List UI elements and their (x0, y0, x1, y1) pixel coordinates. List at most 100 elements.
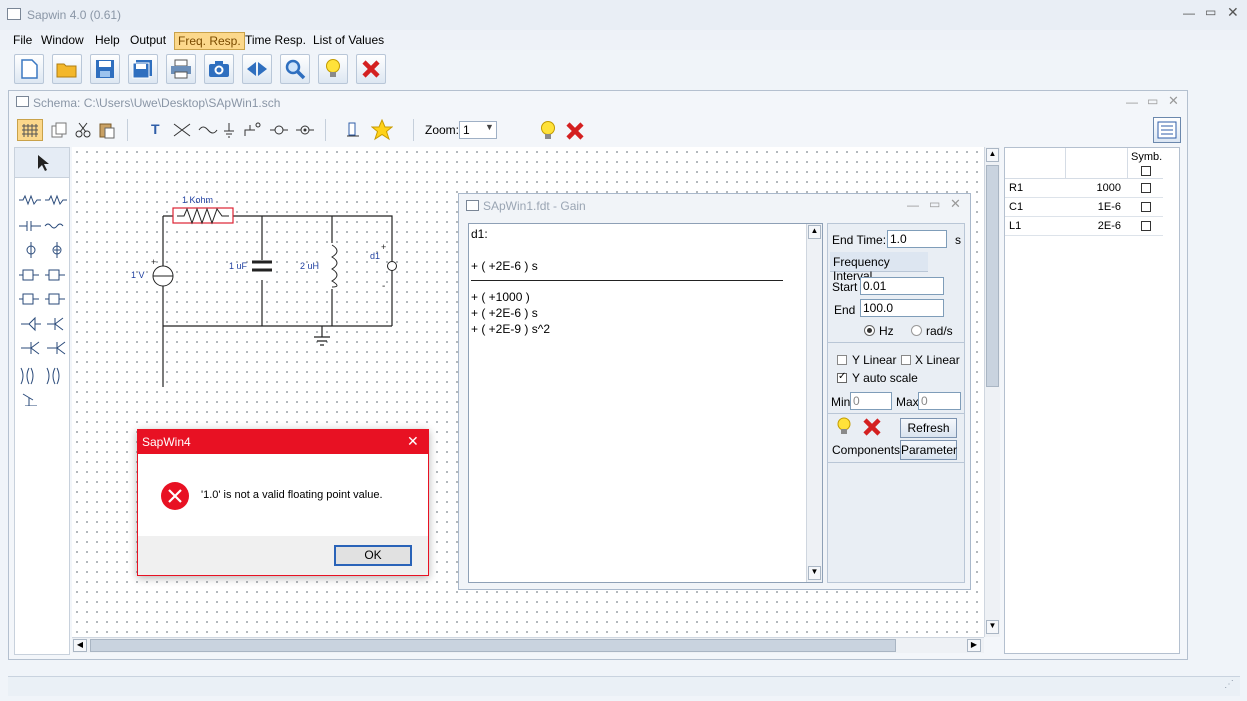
close-icon[interactable]: ✕ (1227, 4, 1239, 21)
resize-grip-icon[interactable]: ⋰ (1224, 679, 1234, 690)
dialog-header: SapWin4 ✕ (138, 430, 428, 454)
symbol-value[interactable]: 2E-6 (1065, 220, 1121, 232)
search-button[interactable] (280, 54, 310, 84)
menu-file[interactable]: File (10, 32, 35, 48)
schema-bulb-icon[interactable] (539, 120, 557, 142)
text-scroll-up-icon[interactable]: ▲ (808, 225, 821, 239)
parameter-button[interactable]: Parameter (900, 440, 957, 460)
marker-tool-icon[interactable] (345, 121, 361, 139)
horizontal-scroll-thumb[interactable] (90, 639, 896, 652)
node-tool-icon[interactable] (243, 122, 263, 138)
new-file-icon (21, 59, 38, 79)
detector-d1[interactable] (387, 261, 397, 271)
end-time-input[interactable]: 1.0 (887, 230, 947, 248)
gain-close-icon[interactable]: ✕ (950, 196, 961, 212)
gain-minimize-icon[interactable]: — (907, 198, 919, 212)
scroll-down-icon[interactable]: ▼ (986, 620, 999, 634)
new-file-button[interactable] (14, 54, 44, 84)
gain-close-x-icon[interactable] (862, 418, 882, 436)
symbol-value[interactable]: 1000 (1065, 182, 1121, 194)
zoom-select[interactable]: 1 ▼ (459, 121, 497, 139)
palette-symbols[interactable] (17, 186, 69, 406)
gain-bulb-icon[interactable] (836, 417, 852, 437)
components-label[interactable]: Components (832, 443, 900, 457)
detector-minus: - (382, 281, 385, 292)
scroll-right-icon[interactable]: ▶ (967, 639, 981, 652)
refresh-button[interactable]: Refresh (900, 418, 957, 438)
wire-icon[interactable] (198, 122, 218, 138)
frequency-interval-tab[interactable]: Frequency Interval (830, 252, 928, 283)
camera-icon (209, 61, 229, 77)
grid-button[interactable] (17, 119, 43, 141)
save-all-button[interactable] (128, 54, 158, 84)
end-time-label: End Time: (832, 233, 887, 247)
symbol-checkbox[interactable] (1141, 183, 1151, 193)
max-input[interactable]: 0 (918, 392, 961, 410)
gain-maximize-icon[interactable]: ▭ (929, 197, 940, 211)
open-button[interactable] (52, 54, 82, 84)
menu-window[interactable]: Window (38, 32, 87, 48)
schema-close-icon[interactable]: ✕ (1168, 93, 1179, 109)
x-linear-checkbox[interactable] (901, 355, 911, 365)
schema-minimize-icon[interactable]: — (1126, 95, 1138, 109)
dialog-close-icon[interactable]: ✕ (407, 433, 419, 450)
star-icon[interactable] (371, 119, 393, 141)
max-label: Max (896, 395, 919, 409)
print-button[interactable] (166, 54, 196, 84)
maximize-icon[interactable]: ▭ (1205, 5, 1216, 19)
symbol-checkbox[interactable] (1141, 221, 1151, 231)
schema-maximize-icon[interactable]: ▭ (1147, 94, 1158, 108)
minimize-icon[interactable]: — (1183, 6, 1195, 20)
symbol-list-button[interactable] (1153, 117, 1181, 143)
analysis-settings-panel: End Time: 1.0 s Frequency Interval Start… (827, 223, 965, 583)
hz-radio[interactable] (864, 325, 875, 336)
ok-button[interactable]: OK (334, 545, 412, 566)
rads-radio[interactable] (911, 325, 922, 336)
snapshot-button[interactable] (204, 54, 234, 84)
symbol-value[interactable]: 1E-6 (1065, 201, 1121, 213)
symb-all-checkbox[interactable] (1141, 166, 1151, 176)
gain-window: SApWin1.fdt - Gain — ▭ ✕ d1: + ( +2E-6 )… (458, 193, 971, 590)
end-input[interactable]: 100.0 (860, 299, 944, 317)
paste-icon[interactable] (99, 121, 115, 139)
text-scrollbar[interactable]: ▲ ▼ (806, 224, 822, 582)
menu-list-of-values[interactable]: List of Values (310, 32, 387, 48)
menu-output[interactable]: Output (127, 32, 169, 48)
y-auto-scale-checkbox[interactable]: ✓ (837, 371, 847, 383)
ground-tool-icon[interactable] (222, 122, 236, 138)
text-scroll-down-icon[interactable]: ▼ (808, 566, 821, 580)
schema-close-x-icon[interactable] (565, 121, 585, 141)
grid-icon (22, 124, 38, 137)
menu-time-resp[interactable]: Time Resp. (242, 32, 309, 48)
symbol-checkbox[interactable] (1141, 202, 1151, 212)
save-button[interactable] (90, 54, 120, 84)
hint-button[interactable] (318, 54, 348, 84)
vertical-scroll-thumb[interactable] (986, 165, 999, 387)
cut-icon[interactable] (75, 122, 91, 138)
meter-tool-icon[interactable] (295, 122, 315, 138)
pointer-icon[interactable] (35, 154, 51, 172)
start-input[interactable]: 0.01 (860, 277, 944, 295)
split-button[interactable] (242, 54, 272, 84)
menu-freq-resp[interactable]: Freq. Resp. (174, 32, 245, 50)
text-tool-icon[interactable]: T (151, 121, 160, 137)
app-icon (7, 8, 21, 20)
vertical-scrollbar[interactable]: ▲ ▼ (984, 147, 1000, 637)
scroll-left-icon[interactable]: ◀ (73, 639, 87, 652)
expr-label: d1: (471, 227, 488, 241)
resistor-label: 1 Kohm (182, 195, 213, 205)
exit-button[interactable] (356, 54, 386, 84)
menu-help[interactable]: Help (92, 32, 123, 48)
denominator-term: + ( +1000 ) (471, 290, 530, 304)
checkmark-icon: ✓ (838, 371, 847, 382)
end-label: End (834, 303, 856, 317)
y-linear-checkbox[interactable] (837, 355, 847, 365)
save-icon (96, 60, 114, 78)
wire-cross-icon[interactable] (172, 122, 192, 138)
horizontal-scrollbar[interactable]: ◀ ▶ (72, 637, 984, 653)
scroll-up-icon[interactable]: ▲ (986, 148, 999, 162)
copy-icon[interactable] (51, 122, 67, 138)
min-input[interactable]: 0 (850, 392, 892, 410)
probe-tool-icon[interactable] (269, 122, 289, 138)
transfer-function-text[interactable]: d1: + ( +2E-6 ) s + ( +1000 ) + ( +2E-6 … (468, 223, 823, 583)
